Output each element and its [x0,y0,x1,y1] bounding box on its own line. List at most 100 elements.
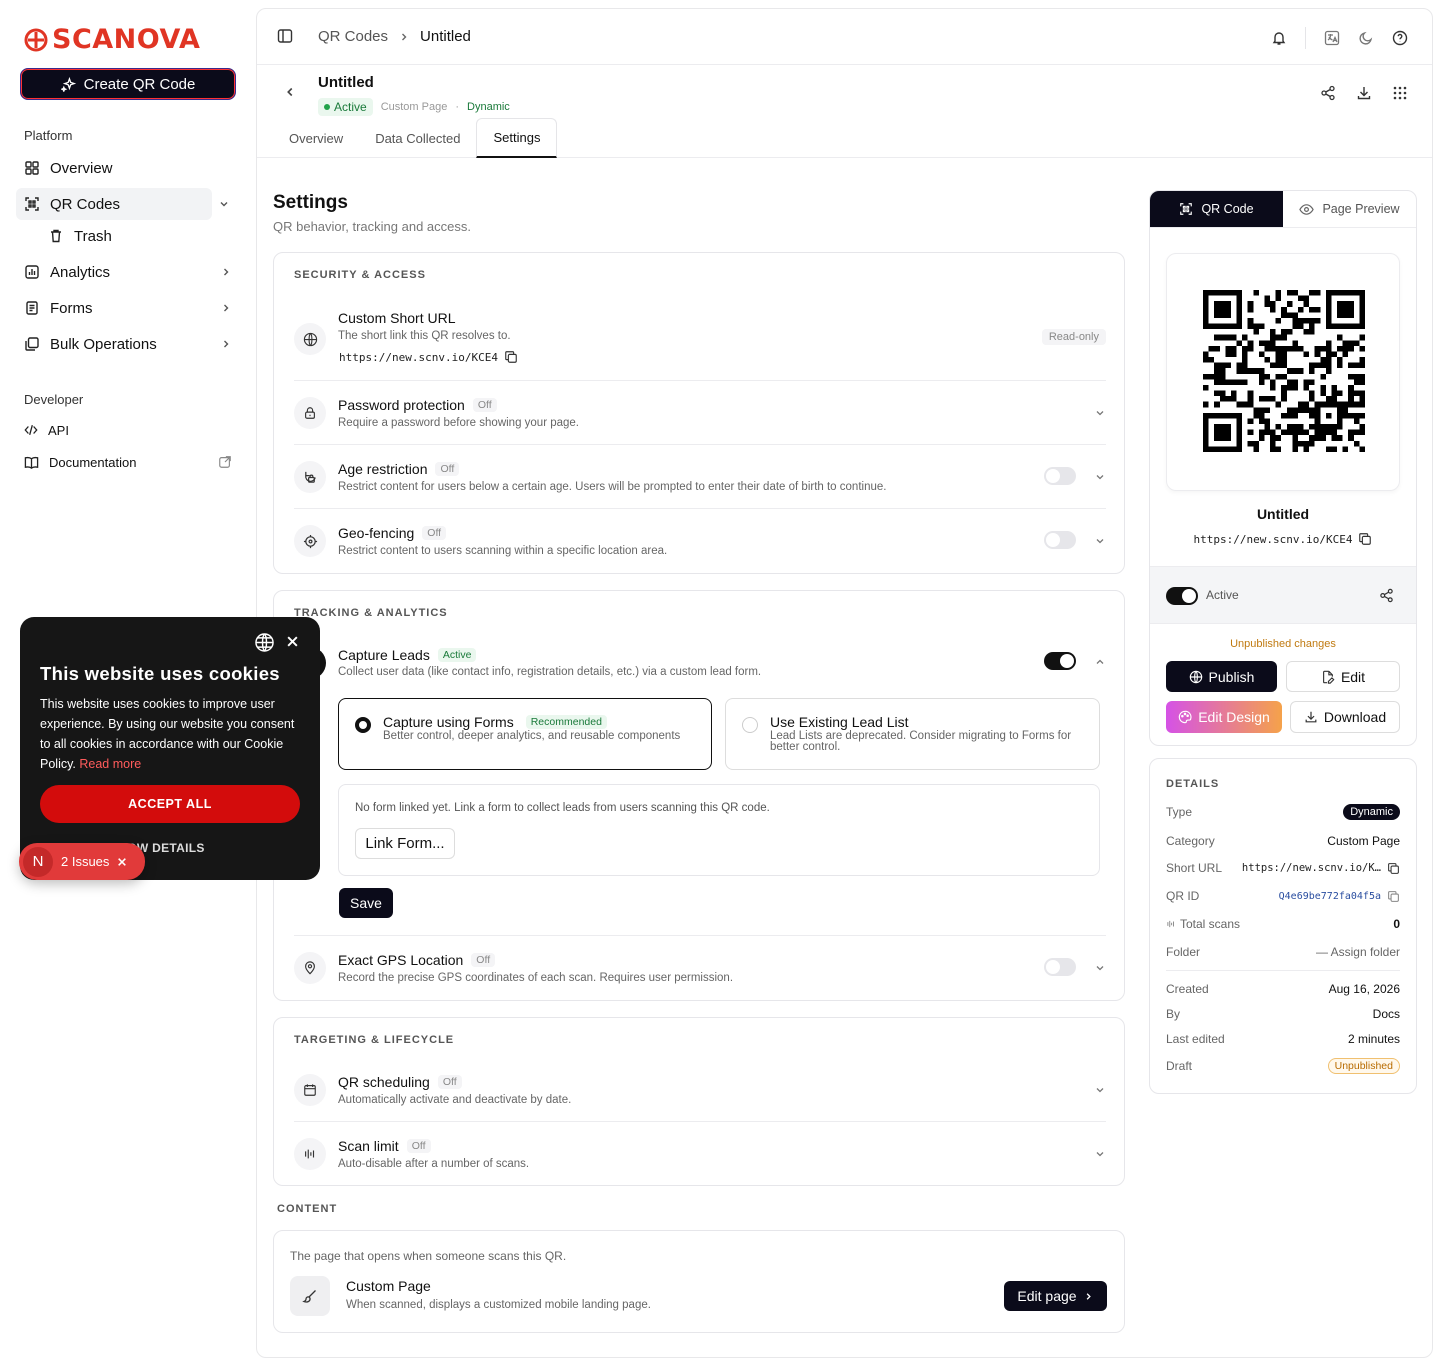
chevron-down-icon[interactable] [1094,535,1106,547]
accept-all-button[interactable]: ACCEPT ALL [40,785,300,823]
issues-label: 2 Issues [61,854,110,869]
edit-button[interactable]: Edit [1286,661,1400,692]
map-pin-icon [294,952,326,984]
chevron-down-icon[interactable] [1094,407,1106,419]
chevron-down-icon[interactable] [1094,1084,1106,1096]
download-icon[interactable] [1356,85,1372,101]
close-icon[interactable] [286,635,299,648]
publish-cube-icon [1189,670,1203,684]
share-icon[interactable] [1320,85,1336,101]
tab-settings[interactable]: Settings [476,118,558,158]
tab-data-collected[interactable]: Data Collected [359,118,476,158]
crosshair-icon [294,525,326,557]
globe-icon[interactable] [254,632,275,653]
geo-toggle[interactable] [1044,531,1076,549]
detail-qr-id: QR ID Q4e69be772fa04f5a [1166,889,1400,903]
sidebar-item-label: Documentation [49,454,137,470]
chevron-down-icon[interactable] [1094,471,1106,483]
row-title-text: Scan limit [338,1138,399,1154]
sidebar-item-trash[interactable]: Trash [40,220,240,252]
chevron-down-icon[interactable] [218,198,230,210]
assign-folder-link[interactable]: — Assign folder [1316,945,1400,959]
radio-selected[interactable] [355,717,371,733]
breadcrumb: QR Codes Untitled [318,28,471,45]
edit-design-button[interactable]: Edit Design [1166,701,1282,733]
sidebar-item-label: API [48,422,69,438]
sidebar-toggle-icon[interactable] [277,28,293,44]
chevron-down-icon[interactable] [1094,1148,1106,1160]
download-button[interactable]: Download [1290,701,1400,733]
sidebar-item-label: Bulk Operations [50,335,157,353]
issues-badge[interactable]: N 2 Issues [19,843,145,880]
tab-page-preview[interactable]: Page Preview [1283,191,1416,227]
share-icon[interactable] [1379,588,1394,603]
chevron-up-icon[interactable] [1094,656,1106,668]
read-more-link[interactable]: Read more [79,757,141,771]
sidebar-item-label: Forms [50,299,93,317]
edit-page-button[interactable]: Edit page [1004,1281,1107,1311]
details-heading: DETAILS [1166,778,1220,790]
copy-icon[interactable] [504,350,518,364]
scan-limit-row[interactable]: Scan limit Off Auto-disable after a numbe… [294,1122,1106,1186]
row-title: Password protection Off [338,397,497,413]
apps-grid-icon[interactable] [1392,85,1408,101]
row-title-text: Geo-fencing [338,525,415,541]
cookie-banner: This website uses cookies This website u… [20,617,320,880]
sidebar-item-bulk-operations[interactable]: Bulk Operations [16,328,240,360]
age-toggle[interactable] [1044,467,1076,485]
geo-row: Geo-fencing Off Restrict content to users… [294,509,1106,573]
row-desc: Automatically activate and deactivate by… [338,1094,572,1106]
status-badge: Active [318,98,373,116]
bell-icon[interactable] [1271,30,1287,46]
sidebar-item-api[interactable]: API [16,414,240,446]
bar-chart-icon [24,264,40,280]
eye-icon [1299,202,1315,217]
option-title-text: Capture using Forms [383,714,514,730]
radio-unselected[interactable] [742,717,758,733]
capture-leads-toggle[interactable] [1044,652,1076,670]
copy-icon[interactable] [1358,532,1372,546]
row-title: QR scheduling Off [338,1074,462,1090]
tracking-card: TRACKING & ANALYTICS Capture Leads Active… [273,590,1125,1001]
sidebar-item-documentation[interactable]: Documentation [16,446,240,478]
edit-label: Edit [1340,668,1366,685]
tab-qr-code[interactable]: QR Code [1150,191,1283,227]
sidebar-item-analytics[interactable]: Analytics [16,256,240,288]
detail-value: 0 [1393,917,1400,931]
sidebar-item-overview[interactable]: Overview [16,152,240,184]
password-row[interactable]: Password protection Off Require a passwor… [294,381,1106,445]
detail-value: Custom Page [1327,834,1400,848]
sidebar-item-forms[interactable]: Forms [16,292,240,324]
sidebar-item-qr-codes[interactable]: QR Codes [16,188,212,220]
copy-icon[interactable] [1387,890,1400,903]
code-icon [24,423,38,437]
moon-icon[interactable] [1358,30,1374,46]
brand-logo[interactable]: SCANOVA [24,24,200,55]
translate-icon[interactable] [1324,30,1340,46]
grid-icon [24,160,40,176]
save-button[interactable]: Save [339,888,393,918]
gps-toggle[interactable] [1044,958,1076,976]
qr-code-card [1166,253,1400,491]
age-lock-icon [294,461,326,493]
active-toggle[interactable] [1166,587,1198,605]
create-qr-button[interactable]: Create QR Code [20,68,236,100]
publish-button[interactable]: Publish [1166,661,1277,692]
copy-icon[interactable] [1387,862,1400,875]
tab-overview[interactable]: Overview [273,118,359,158]
option-capture-forms[interactable]: Capture using Forms Recommended Better co… [338,698,712,770]
scheduling-row[interactable]: QR scheduling Off Automatically activate … [294,1058,1106,1122]
help-icon[interactable] [1392,30,1408,46]
qr-header: Untitled Active Custom Page · Dynamic Ov… [257,65,1432,158]
chevron-down-icon[interactable] [1094,962,1106,974]
link-form-button[interactable]: Link Form... [355,828,455,859]
detail-by: By Docs [1166,1007,1400,1021]
recommended-badge: Recommended [525,715,607,729]
back-arrow-icon[interactable] [283,85,297,99]
tab-label: Page Preview [1322,202,1400,216]
option-existing-lead-list[interactable]: Use Existing Lead List Lead Lists are de… [725,698,1100,770]
option-title: Use Existing Lead List [770,714,909,730]
security-card: SECURITY & ACCESS Custom Short URL The s… [273,252,1125,574]
close-icon[interactable] [117,857,127,867]
breadcrumb-qr-codes[interactable]: QR Codes [318,28,388,45]
